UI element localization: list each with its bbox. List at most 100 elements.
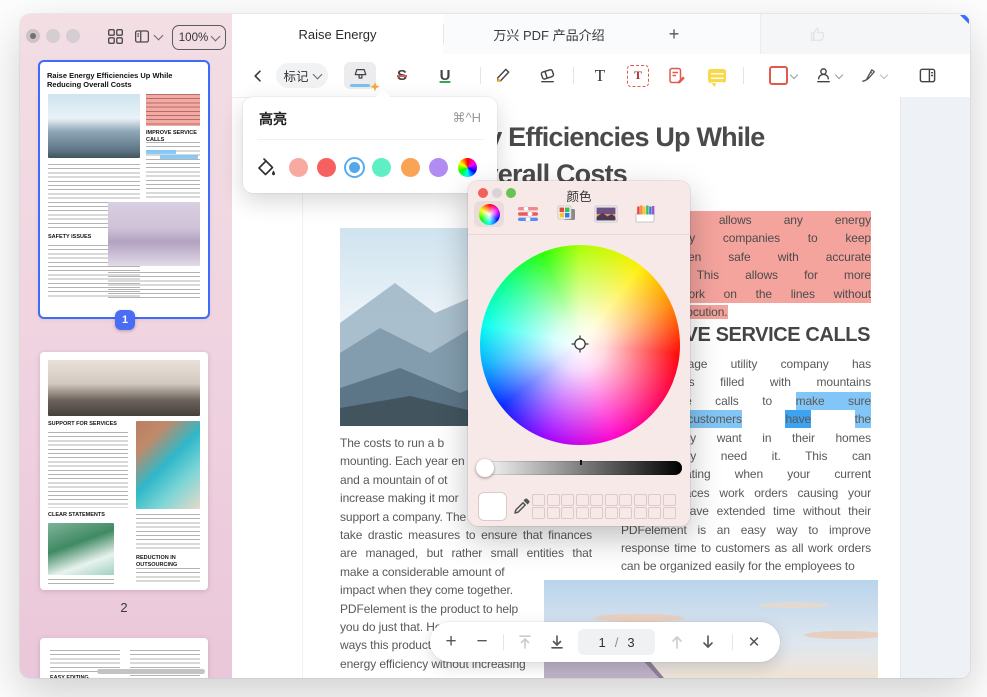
eraser-tool-button[interactable]	[529, 54, 565, 97]
thumb2-text-block	[136, 514, 200, 552]
text-comment-tool-button[interactable]	[659, 54, 695, 97]
close-window-button[interactable]	[26, 29, 40, 43]
saved-swatch-cell[interactable]	[547, 507, 560, 519]
highlight-tool-button[interactable]	[342, 54, 378, 97]
sticky-note-tool-button[interactable]	[699, 54, 735, 97]
toolbar-divider	[743, 67, 744, 84]
thumbnail-grid-icon[interactable]	[107, 28, 124, 45]
zoom-in-button[interactable]: +	[437, 622, 465, 662]
thumb2-caption-block	[48, 579, 114, 587]
color-wheel[interactable]	[480, 245, 680, 445]
scroll-to-top-button[interactable]	[511, 622, 539, 662]
page1-number-badge[interactable]: 1	[115, 310, 135, 330]
highlight-swatch-purple[interactable]	[429, 158, 448, 177]
page-number-box[interactable]: 1 / 3	[578, 629, 655, 655]
text-tool-button[interactable]: T	[582, 54, 618, 97]
zoom-window-button[interactable]	[66, 29, 80, 43]
signature-tool-dropdown[interactable]	[851, 54, 895, 97]
underline-tool-button[interactable]: U	[427, 54, 463, 97]
collaboration-area	[760, 14, 970, 54]
sidebar-layout-toggle[interactable]	[133, 28, 162, 45]
tab-label: 万兴 PDF 产品介绍	[493, 25, 604, 44]
page-thumbnail-1[interactable]: Raise Energy Efficiencies Up While Reduc…	[40, 62, 208, 317]
brightness-slider-knob[interactable]	[476, 459, 494, 477]
highlight-swatch-rainbow[interactable]	[458, 158, 477, 177]
highlight-color-bar	[350, 84, 370, 88]
image-palettes-tab[interactable]	[591, 201, 621, 227]
stamp-tool-dropdown[interactable]	[806, 54, 850, 97]
text-box-icon: T	[627, 65, 649, 87]
saved-swatch-cell[interactable]	[648, 507, 661, 519]
app-window: 100% Raise Energy Efficiencies Up While …	[20, 14, 970, 678]
navbar-divider	[732, 634, 733, 650]
saved-swatch-cell[interactable]	[576, 507, 589, 519]
zoom-level-control[interactable]: 100%	[172, 25, 226, 50]
scroll-to-bottom-button[interactable]	[543, 622, 571, 662]
saved-swatch-cell[interactable]	[590, 494, 603, 506]
color-wheel-tab[interactable]	[474, 201, 504, 227]
highlight-swatch-orange[interactable]	[401, 158, 420, 177]
tab-bar: Raise Energy 万兴 PDF 产品介绍 +	[232, 14, 970, 55]
saved-swatch-cell[interactable]	[663, 507, 676, 519]
highlight-swatch-blue[interactable]	[346, 159, 363, 176]
saved-swatch-cell[interactable]	[663, 494, 676, 506]
saved-swatch-cell[interactable]	[532, 494, 545, 506]
thumbs-up-icon[interactable]	[808, 24, 828, 44]
tab-label: Raise Energy	[298, 27, 376, 42]
highlight-swatch-red[interactable]	[317, 158, 336, 177]
minimize-window-button[interactable]	[46, 29, 60, 43]
tab-pdf-intro[interactable]: 万兴 PDF 产品介绍	[444, 14, 654, 54]
thumb1-caption-block	[108, 272, 200, 300]
highlight-shortcut: ⌘^H	[453, 110, 482, 126]
page-thumbnail-2[interactable]: SUPPORT FOR SERVICES CLEAR STATEMENTS RE…	[40, 352, 208, 590]
thumb2-heading3: REDUCTION IN OUTSOURCING	[136, 555, 200, 568]
tab-raise-energy[interactable]: Raise Energy	[232, 14, 443, 55]
close-navbar-button[interactable]: ✕	[740, 622, 768, 662]
next-page-button[interactable]	[694, 622, 722, 662]
previous-page-button[interactable]	[663, 622, 691, 662]
thumb3-heading1: EASY EDITING	[50, 675, 120, 678]
saved-swatch-cell[interactable]	[619, 507, 632, 519]
saved-swatch-cell[interactable]	[576, 494, 589, 506]
saved-swatch-cell[interactable]	[634, 507, 647, 519]
new-tab-button[interactable]: +	[662, 22, 686, 46]
markup-mode-dropdown[interactable]: 标记	[276, 63, 328, 88]
textbox-glyph: T	[634, 68, 642, 83]
highlight-swatch-salmon[interactable]	[289, 158, 308, 177]
saved-swatch-cell[interactable]	[547, 494, 560, 506]
brightness-slider[interactable]	[478, 461, 682, 475]
sparkle-icon	[370, 82, 380, 92]
color-palettes-tab[interactable]	[552, 201, 582, 227]
pen-markup-tool-button[interactable]	[484, 54, 520, 97]
shapes-tool-dropdown[interactable]	[761, 54, 805, 97]
saved-swatch-cell[interactable]	[619, 494, 632, 506]
zoom-out-button[interactable]: −	[468, 622, 496, 662]
saved-swatch-cell[interactable]	[648, 494, 661, 506]
zoom-out-glyph: −	[476, 631, 487, 653]
eyedropper-icon[interactable]	[512, 496, 532, 516]
text-line: can be organized easily for the employee…	[621, 557, 871, 575]
saved-swatch-cell[interactable]	[634, 494, 647, 506]
thumb2-rocks-photo	[48, 360, 200, 416]
color-sliders-tab[interactable]	[513, 201, 543, 227]
thumb2-text-block	[48, 432, 128, 508]
page-separator: /	[615, 635, 619, 650]
panel-toggle-button[interactable]	[909, 54, 945, 97]
highlight-swatch-mint[interactable]	[372, 158, 391, 177]
text-line: take drastic measures to ensure that fin…	[340, 526, 592, 544]
sidebar-scrollbar-thumb[interactable]	[97, 669, 205, 674]
saved-swatch-cell[interactable]	[605, 507, 618, 519]
chevron-down-icon	[211, 31, 221, 41]
paint-bucket-icon[interactable]	[255, 156, 277, 178]
text-box-tool-button[interactable]: T	[620, 54, 656, 97]
pencils-tab[interactable]	[630, 201, 660, 227]
back-button[interactable]	[240, 54, 276, 97]
saved-swatch-cell[interactable]	[561, 507, 574, 519]
saved-swatch-cell[interactable]	[561, 494, 574, 506]
saved-swatch-cell[interactable]	[532, 507, 545, 519]
color-wheel-crosshair[interactable]	[569, 333, 591, 355]
saved-swatch-cell[interactable]	[605, 494, 618, 506]
strikethrough-tool-button[interactable]: S	[384, 54, 420, 97]
current-color-well[interactable]	[478, 492, 507, 521]
saved-swatch-cell[interactable]	[590, 507, 603, 519]
